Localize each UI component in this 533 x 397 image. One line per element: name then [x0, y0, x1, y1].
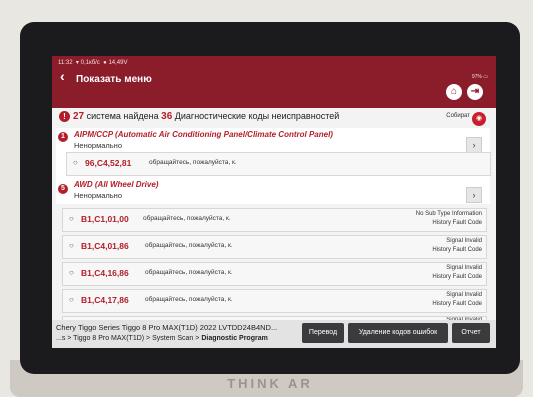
- app-header: 11:32 ▾ 0,1кб/с ● 14,49V 97% ▭ ‹ Показат…: [52, 56, 496, 108]
- chevron-left-icon: ‹: [60, 68, 65, 84]
- breadcrumb: ...s > Tiggo 8 Pro MAX(T1D) > System Sca…: [56, 335, 268, 342]
- scan-summary: ! 27 система найдена 36 Диагностические …: [52, 108, 496, 126]
- vehicle-icon: ●: [103, 60, 107, 66]
- camera-button[interactable]: ◉: [472, 112, 486, 126]
- search-icon: ○: [73, 158, 78, 167]
- dtc-code: B1,C4,16,86: [81, 268, 129, 278]
- status-net: 0,1кб/с: [80, 60, 100, 66]
- module-name: AIPM/CCP (Automatic Air Conditioning Pan…: [74, 130, 333, 139]
- module-name: AWD (All Wheel Drive): [74, 180, 159, 189]
- status-time: 11:32: [58, 60, 73, 66]
- dtc-history-status: History Fault Code: [432, 220, 482, 226]
- dtc-description: обращайтесь, пожалуйста, к.: [145, 269, 233, 276]
- status-voltage: 14,49V: [108, 60, 128, 66]
- summary-text: 27 система найдена 36 Диагностические ко…: [73, 111, 339, 122]
- dtc-row[interactable]: ○ B1,C1,01,00 обращайтесь, пожалуйста, к…: [62, 208, 487, 232]
- report-button[interactable]: Отчет: [452, 323, 490, 343]
- dtc-code: B1,C4,01,86: [81, 241, 129, 251]
- breadcrumb-path: ...s > Tiggo 8 Pro MAX(T1D) > System Sca…: [56, 335, 202, 342]
- dtc-row[interactable]: ○ B1,C4,01,86 обращайтесь, пожалуйста, к…: [62, 235, 487, 259]
- dtc-history-status: History Fault Code: [432, 274, 482, 280]
- search-icon: ○: [69, 214, 74, 223]
- dtc-history-status: History Fault Code: [432, 301, 482, 307]
- device-brand: THINK AR: [227, 376, 313, 391]
- dtc-description: обращайтесь, пожалуйста, к.: [145, 242, 233, 249]
- home-button[interactable]: ⌂: [446, 84, 462, 100]
- camera-icon: ◉: [475, 115, 483, 122]
- dtc-code: B1,C4,17,86: [81, 295, 129, 305]
- expand-button[interactable]: ›: [466, 137, 482, 153]
- dtc-description: обращайтесь, пожалуйста, к.: [143, 215, 231, 222]
- status-bar: 11:32 ▾ 0,1кб/с ● 14,49V: [58, 59, 127, 66]
- systems-count: 27: [73, 111, 85, 122]
- page-title: Показать меню: [76, 74, 152, 85]
- dtc-count-badge: 5: [58, 184, 68, 194]
- collect-button[interactable]: Собират: [446, 113, 470, 119]
- search-icon: ○: [69, 241, 74, 250]
- dtc-code: B1,C1,01,00: [81, 214, 129, 224]
- clear-codes-button[interactable]: Удаление кодов ошибок: [348, 323, 448, 343]
- dtc-row[interactable]: ○ 96,C4,52,81 обращайтесь, пожалуйста, к…: [66, 152, 491, 176]
- dtc-subtype: Signal Invalid: [446, 265, 482, 271]
- breadcrumb-current: Diagnostic Program: [201, 335, 268, 342]
- search-icon: ○: [69, 295, 74, 304]
- chevron-right-icon: ›: [472, 190, 476, 200]
- search-icon: ○: [69, 268, 74, 277]
- warning-icon: !: [59, 111, 70, 122]
- exit-icon: ⇥: [470, 86, 480, 97]
- dtc-description: обращайтесь, пожалуйста, к.: [149, 159, 237, 166]
- vehicle-info: Chery Tiggo Series Tiggo 8 Pro MAX(T1D) …: [56, 323, 278, 332]
- dtc-history-status: History Fault Code: [432, 247, 482, 253]
- bottom-bar: Chery Tiggo Series Tiggo 8 Pro MAX(T1D) …: [52, 320, 496, 348]
- dtc-subtype: Signal Invalid: [446, 238, 482, 244]
- status-battery: 97% ▭: [471, 74, 488, 80]
- module-status: Ненормально: [74, 141, 122, 150]
- dtc-code: 96,C4,52,81: [85, 158, 132, 168]
- systems-text: система найдена: [86, 111, 159, 121]
- back-button[interactable]: ‹: [60, 68, 65, 84]
- translate-button[interactable]: Перевод: [302, 323, 344, 343]
- codes-text: Диагностические коды неисправностей: [174, 111, 340, 121]
- dtc-count-badge: 1: [58, 132, 68, 142]
- dtc-subtype: Signal Invalid: [446, 292, 482, 298]
- dtc-row[interactable]: ○ B1,C4,17,86 обращайтесь, пожалуйста, к…: [62, 289, 487, 313]
- exit-button[interactable]: ⇥: [467, 84, 483, 100]
- dtc-subtype: No Sub Type Information: [415, 211, 482, 217]
- tablet-screen: 11:32 ▾ 0,1кб/с ● 14,49V 97% ▭ ‹ Показат…: [52, 56, 496, 348]
- wifi-icon: ▾: [75, 60, 79, 66]
- list-item[interactable]: 5 AWD (All Wheel Drive) Ненормально ›: [56, 178, 490, 204]
- dtc-row[interactable]: ○ B1,C4,16,86 обращайтесь, пожалуйста, к…: [62, 262, 487, 286]
- expand-button[interactable]: ›: [466, 187, 482, 203]
- home-icon: ⌂: [450, 86, 458, 97]
- chevron-right-icon: ›: [472, 140, 476, 150]
- dtc-description: обращайтесь, пожалуйста, к.: [145, 296, 233, 303]
- module-status: Ненормально: [74, 191, 122, 200]
- codes-count: 36: [161, 111, 173, 122]
